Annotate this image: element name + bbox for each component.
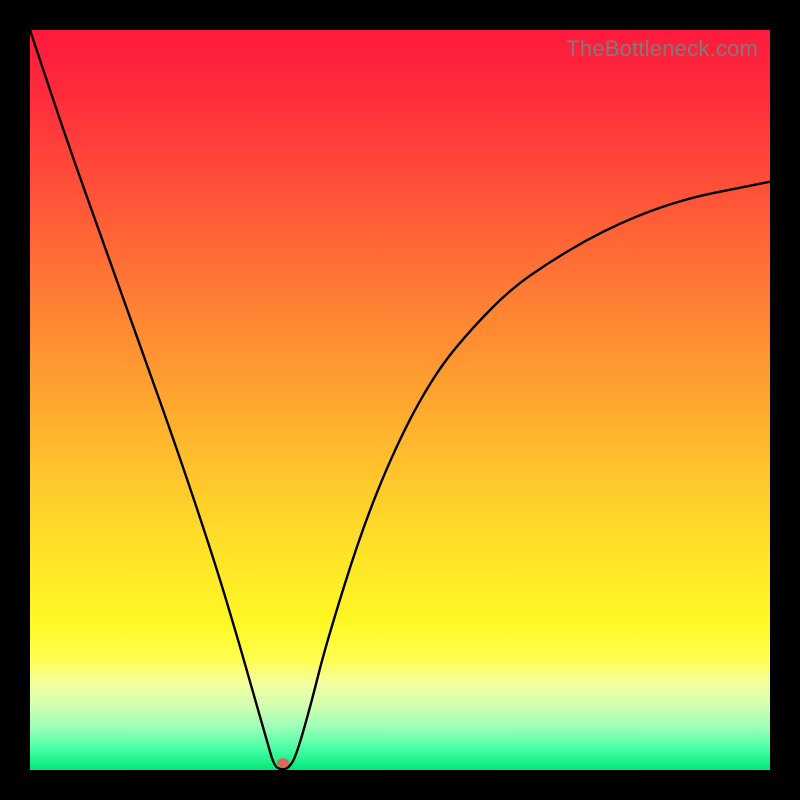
bottleneck-curve [30, 30, 770, 770]
optimal-point-marker [277, 758, 289, 768]
plot-area: TheBottleneck.com [30, 30, 770, 770]
chart-frame: TheBottleneck.com [0, 0, 800, 800]
